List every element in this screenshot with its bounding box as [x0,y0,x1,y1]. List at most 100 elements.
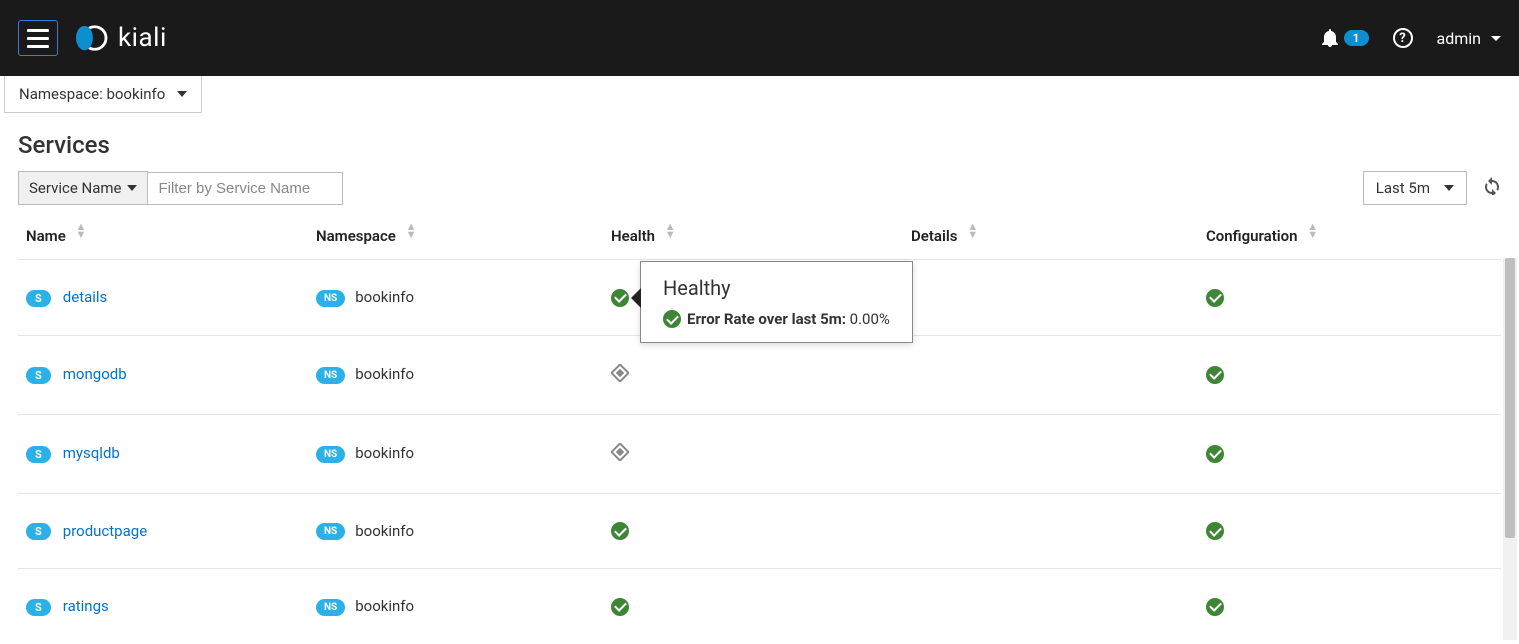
kiali-logo-icon [72,23,110,53]
scrollbar[interactable] [1503,258,1517,640]
tooltip-title: Healthy [663,276,890,300]
table-row: Sratings NS bookinfo [18,569,1501,644]
help-button[interactable]: ? [1393,28,1413,48]
namespace-selector[interactable]: Namespace: bookinfo [4,76,202,113]
check-circle-icon [663,310,681,328]
scrollbar-thumb[interactable] [1505,258,1515,538]
cell-namespace: NS bookinfo [308,260,603,336]
cell-health [603,569,903,644]
sort-icon [76,227,88,244]
sort-icon [665,227,677,244]
tooltip-metric: Error Rate over last 5m: 0.00% [663,310,890,328]
service-link[interactable]: mongodb [63,365,127,383]
cell-namespace: NSbookinfo [308,493,603,569]
filter-type-label: Service Name [29,179,121,197]
cell-details [903,493,1198,569]
health-unknown-icon [611,364,629,382]
service-badge: S [26,290,51,307]
namespace-label: Namespace: bookinfo [19,85,165,103]
sort-icon [967,227,979,244]
check-circle-icon [1206,289,1224,307]
topbar-right: 1 ? admin [1322,28,1501,48]
namespace-badge: NS [316,446,345,463]
namespace-badge: NS [316,290,345,307]
namespace-text: bookinfo [355,365,414,383]
namespace-row: Namespace: bookinfo [0,76,1519,113]
cell-configuration [1198,493,1501,569]
cell-namespace: NS bookinfo [308,569,603,644]
namespace-text: bookinfo [355,597,414,615]
chevron-down-icon [1491,36,1501,41]
cell-health [603,335,903,414]
chevron-down-icon [177,91,187,97]
service-badge: S [26,446,51,463]
bell-icon [1322,29,1338,47]
user-menu[interactable]: admin [1437,29,1501,48]
service-badge: S [26,367,51,384]
filter-left: Service Name [18,171,343,205]
time-range-label: Last 5m [1376,179,1430,197]
page-title: Services [0,113,1519,171]
sort-icon [1307,227,1319,244]
chevron-down-icon [1444,185,1454,191]
cell-name: Sratings [18,569,308,644]
check-circle-icon [611,289,629,307]
cell-health [603,493,903,569]
time-range-selector[interactable]: Last 5m [1363,171,1467,205]
table-row: SproductpageNSbookinfo [18,493,1501,569]
check-circle-icon [611,598,629,616]
service-badge: S [26,599,51,616]
hamburger-menu-button[interactable] [18,20,58,56]
check-circle-icon [611,522,629,540]
table-row: Smysqldb NS bookinfo [18,414,1501,493]
cell-configuration [1198,260,1501,336]
refresh-icon [1483,177,1501,195]
user-name: admin [1437,29,1481,48]
health-tooltip: Healthy Error Rate over last 5m: 0.00% [640,261,913,343]
namespace-badge: NS [316,599,345,616]
cell-name: Sproductpage [18,493,308,569]
service-link[interactable]: mysqldb [63,444,120,462]
topbar: kiali 1 ? admin [0,0,1519,76]
chevron-down-icon [127,185,137,191]
namespace-badge: NS [316,367,345,384]
topbar-left: kiali [18,20,167,56]
col-header-namespace[interactable]: Namespace [308,217,603,260]
table-row: Smongodb NS bookinfo [18,335,1501,414]
col-header-health[interactable]: Health [603,217,903,260]
cell-name: Smongodb [18,335,308,414]
cell-namespace: NS bookinfo [308,414,603,493]
cell-namespace: NS bookinfo [308,335,603,414]
cell-health [603,414,903,493]
cell-configuration [1198,569,1501,644]
notifications-button[interactable]: 1 [1322,29,1369,47]
notif-count-badge: 1 [1344,30,1369,46]
check-circle-icon [1206,598,1224,616]
service-link[interactable]: ratings [63,597,109,615]
cell-details [903,335,1198,414]
brand-logo[interactable]: kiali [72,23,167,53]
check-circle-icon [1206,445,1224,463]
filter-input[interactable] [148,172,343,205]
namespace-text: bookinfo [355,444,414,462]
service-badge: S [26,523,51,540]
namespace-text: bookinfo [355,288,414,306]
sort-icon [406,227,418,244]
refresh-button[interactable] [1483,177,1501,199]
cell-details [903,414,1198,493]
cell-configuration [1198,335,1501,414]
filter-right: Last 5m [1363,171,1501,205]
service-link[interactable]: details [63,288,108,306]
services-table-wrap: Name Namespace Health Details Configurat… [0,217,1519,644]
cell-name: Smysqldb [18,414,308,493]
cell-details [903,260,1198,336]
namespace-text: bookinfo [355,522,414,540]
filter-type-dropdown[interactable]: Service Name [18,171,148,205]
check-circle-icon [1206,366,1224,384]
col-header-configuration[interactable]: Configuration [1198,217,1501,260]
service-link[interactable]: productpage [63,522,147,540]
cell-configuration [1198,414,1501,493]
col-header-details[interactable]: Details [903,217,1198,260]
brand-name: kiali [118,23,167,53]
col-header-name[interactable]: Name [18,217,308,260]
